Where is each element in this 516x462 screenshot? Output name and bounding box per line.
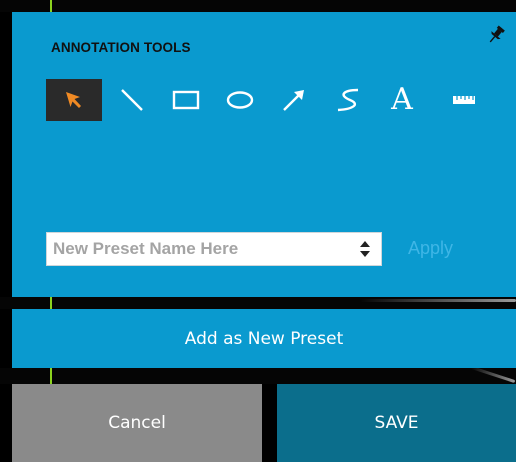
measurement-line bbox=[50, 0, 52, 12]
tool-arrow[interactable] bbox=[274, 79, 314, 121]
tool-freehand[interactable] bbox=[328, 79, 368, 121]
image-streak bbox=[470, 368, 516, 384]
background-image-strip bbox=[0, 0, 516, 12]
cancel-button[interactable]: Cancel bbox=[12, 384, 262, 462]
freehand-icon bbox=[334, 86, 362, 114]
image-streak bbox=[360, 299, 516, 302]
rectangle-icon bbox=[172, 89, 200, 111]
tool-line[interactable] bbox=[112, 79, 152, 121]
tool-ellipse[interactable] bbox=[220, 79, 260, 121]
background-image-strip bbox=[0, 368, 516, 384]
line-icon bbox=[119, 87, 145, 113]
save-button[interactable]: SAVE bbox=[277, 384, 516, 462]
panel-title: ANNOTATION TOOLS bbox=[51, 40, 191, 55]
add-as-new-preset-button[interactable]: Add as New Preset bbox=[12, 309, 516, 368]
tool-select[interactable] bbox=[46, 79, 102, 121]
arrow-pointer-icon bbox=[62, 88, 86, 112]
apply-button[interactable]: Apply bbox=[408, 238, 453, 259]
preset-name-select[interactable]: New Preset Name Here bbox=[46, 232, 382, 266]
tool-ruler[interactable] bbox=[444, 79, 484, 121]
text-icon: A bbox=[391, 82, 413, 117]
measurement-line bbox=[50, 368, 52, 384]
ruler-icon bbox=[452, 94, 476, 106]
arrow-icon bbox=[280, 86, 308, 114]
measurement-line bbox=[50, 297, 52, 309]
tool-text[interactable]: A bbox=[382, 79, 422, 121]
pin-icon[interactable] bbox=[486, 24, 506, 46]
annotation-tools-panel: ANNOTATION TOOLS A New Preset Name Here … bbox=[12, 12, 516, 297]
tool-rectangle[interactable] bbox=[166, 79, 206, 121]
preset-name-placeholder: New Preset Name Here bbox=[53, 239, 239, 258]
background-image-strip bbox=[0, 297, 516, 309]
ellipse-icon bbox=[226, 89, 254, 111]
tool-bar: A bbox=[46, 79, 486, 121]
updown-arrows-icon bbox=[355, 239, 375, 259]
